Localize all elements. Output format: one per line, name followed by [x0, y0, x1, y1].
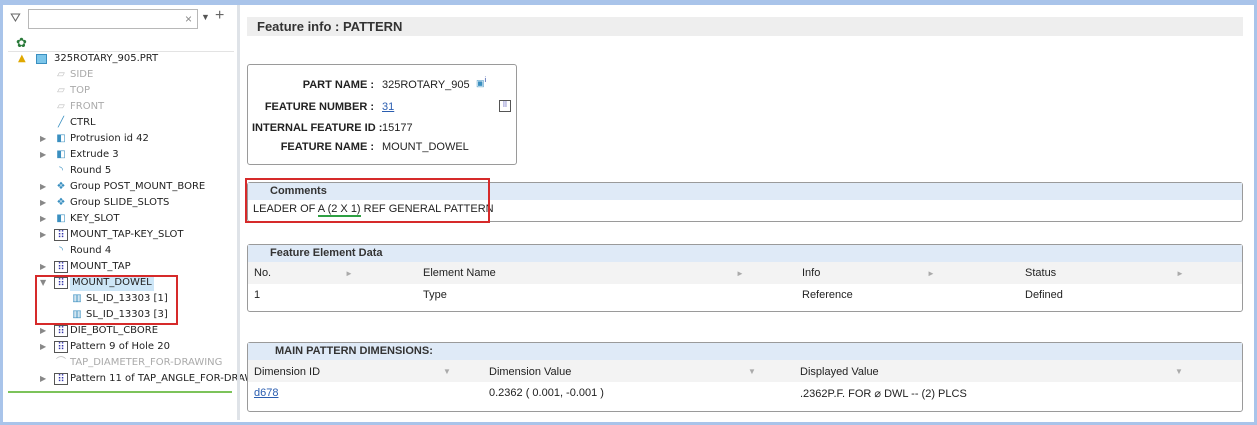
feature-name-value: MOUNT_DOWEL: [382, 141, 469, 153]
tree-item-label: TOP: [70, 85, 91, 96]
datum-plane-icon: ▱: [57, 101, 65, 112]
tree-item-label: MOUNT_TAP-KEY_SLOT: [70, 229, 184, 240]
pattern-icon[interactable]: ⠿: [499, 100, 511, 112]
extrude-icon: ◧: [56, 213, 66, 224]
tree-root-label: 325ROTARY_905.PRT: [54, 53, 159, 64]
pattern-dimensions-box: MAIN PATTERN DIMENSIONS: Dimension ID ▼ …: [247, 342, 1243, 412]
pattern-icon: ⠿: [54, 341, 68, 353]
col-displayed-value[interactable]: Displayed Value: [800, 366, 879, 378]
panel-splitter[interactable]: [237, 5, 240, 420]
cell-dimension-value: 0.2362 ( 0.001, -0.001 ): [489, 387, 604, 399]
pattern-icon: ⠿: [54, 261, 68, 273]
expand-icon[interactable]: ▶: [40, 131, 50, 147]
page-title: Feature info : PATTERN: [247, 17, 1243, 36]
tree-item-label: Group POST_MOUNT_BORE: [70, 181, 206, 192]
dropdown-icon[interactable]: ▼: [201, 12, 210, 22]
sort-arrow-icon[interactable]: ►: [927, 269, 935, 278]
expand-icon[interactable]: ▶: [40, 211, 50, 227]
group-icon: ❖: [56, 197, 66, 208]
feature-name-label: FEATURE NAME :: [280, 141, 374, 153]
tree-item-label: CTRL: [70, 117, 96, 128]
tree-item-label: TAP_DIAMETER_FOR-DRAWING: [70, 357, 223, 368]
highlight-box-comments: [245, 178, 490, 223]
tree-item-label: Protrusion id 42: [70, 133, 149, 144]
part-info-box: PART NAME : 325ROTARY_905 ▣i FEATURE NUMB…: [247, 64, 517, 165]
part-name-label: PART NAME :: [302, 79, 374, 91]
clear-icon[interactable]: ×: [185, 12, 192, 26]
expand-icon[interactable]: ▶: [40, 147, 50, 163]
extrude-icon: ◧: [56, 149, 66, 160]
tree-item-label: Pattern 9 of Hole 20: [70, 341, 170, 352]
sort-arrow-icon[interactable]: ►: [736, 269, 744, 278]
expand-icon[interactable]: ▶: [40, 227, 50, 243]
col-status[interactable]: Status: [1025, 267, 1056, 279]
col-info[interactable]: Info: [802, 267, 820, 279]
tree-end-line: [8, 391, 232, 393]
internal-id-value: 15177: [382, 122, 413, 134]
datum-axis-icon: ╱: [57, 117, 65, 128]
sort-down-icon[interactable]: ▼: [1175, 367, 1183, 376]
expand-icon[interactable]: ▶: [40, 195, 50, 211]
cell-no: 1: [254, 289, 261, 301]
cosmetic-icon: ⌒: [56, 357, 66, 368]
tree-item-label: Round 4: [70, 245, 112, 256]
cell-displayed-value: .2362P.F. FOR ⌀ DWL -- (2) PLCS: [800, 388, 967, 400]
highlight-box-tree: [35, 275, 178, 325]
part-info-icon[interactable]: ▣i: [476, 77, 486, 89]
warning-icon: ▲: [18, 53, 26, 64]
extrude-icon: ◧: [56, 133, 66, 144]
expand-icon[interactable]: ▶: [40, 259, 50, 275]
expand-icon[interactable]: ▶: [40, 339, 50, 355]
tree-item-label: Pattern 11 of TAP_ANGLE_FOR-DRAWIN: [70, 373, 265, 384]
internal-id-label: INTERNAL FEATURE ID :: [252, 122, 383, 134]
tree-item-label: FRONT: [70, 101, 105, 112]
cell-element-name: Type: [423, 289, 447, 301]
sort-down-icon[interactable]: ▼: [748, 367, 756, 376]
pattern-dimensions-title: MAIN PATTERN DIMENSIONS:: [248, 343, 1242, 360]
part-icon: [36, 54, 47, 64]
tree-item-label: MOUNT_TAP: [70, 261, 131, 272]
datum-plane-icon: ▱: [57, 69, 65, 80]
dimension-id-link[interactable]: d678: [254, 387, 278, 399]
expand-icon[interactable]: ▶: [40, 371, 50, 387]
tree-item-label: SIDE: [70, 69, 94, 80]
col-no[interactable]: No.: [254, 267, 271, 279]
pattern-icon: ⠿: [54, 229, 68, 241]
col-element-name[interactable]: Element Name: [423, 267, 496, 279]
expand-icon[interactable]: ▶: [40, 179, 50, 195]
tree-search-input[interactable]: ×: [28, 9, 198, 29]
feature-element-title: Feature Element Data: [248, 245, 1242, 262]
sort-arrow-icon[interactable]: ►: [345, 269, 353, 278]
pattern-icon: ⠿: [54, 325, 68, 337]
round-icon: ◝: [59, 245, 63, 256]
tree-item-label: Extrude 3: [70, 149, 119, 160]
round-icon: ◝: [59, 165, 63, 176]
cell-info: Reference: [802, 289, 853, 301]
tree-item-label: DIE_BOTL_CBORE: [70, 325, 159, 336]
col-dimension-id[interactable]: Dimension ID: [254, 366, 320, 378]
add-icon[interactable]: +: [215, 7, 224, 25]
tree-item-label: Round 5: [70, 165, 112, 176]
filter-icon[interactable]: ⛛: [10, 10, 21, 26]
part-name-value: 325ROTARY_905: [382, 79, 470, 91]
feature-element-box: Feature Element Data No. ► Element Name …: [247, 244, 1243, 312]
regenerate-icon[interactable]: ✿: [16, 35, 27, 51]
col-dimension-value[interactable]: Dimension Value: [489, 366, 571, 378]
group-icon: ❖: [56, 181, 66, 192]
tree-item-label: Group SLIDE_SLOTS: [70, 197, 170, 208]
feature-number-link[interactable]: 31: [382, 101, 394, 113]
tree-toolbar: ✿: [8, 34, 234, 52]
pattern-icon: ⠿: [54, 373, 68, 385]
sort-down-icon[interactable]: ▼: [443, 367, 451, 376]
feature-number-label: FEATURE NUMBER :: [264, 101, 374, 113]
cell-status: Defined: [1025, 289, 1063, 301]
tree-item-label: KEY_SLOT: [70, 213, 120, 224]
datum-plane-icon: ▱: [57, 85, 65, 96]
expand-icon[interactable]: ▶: [40, 323, 50, 339]
sort-arrow-icon[interactable]: ►: [1176, 269, 1184, 278]
